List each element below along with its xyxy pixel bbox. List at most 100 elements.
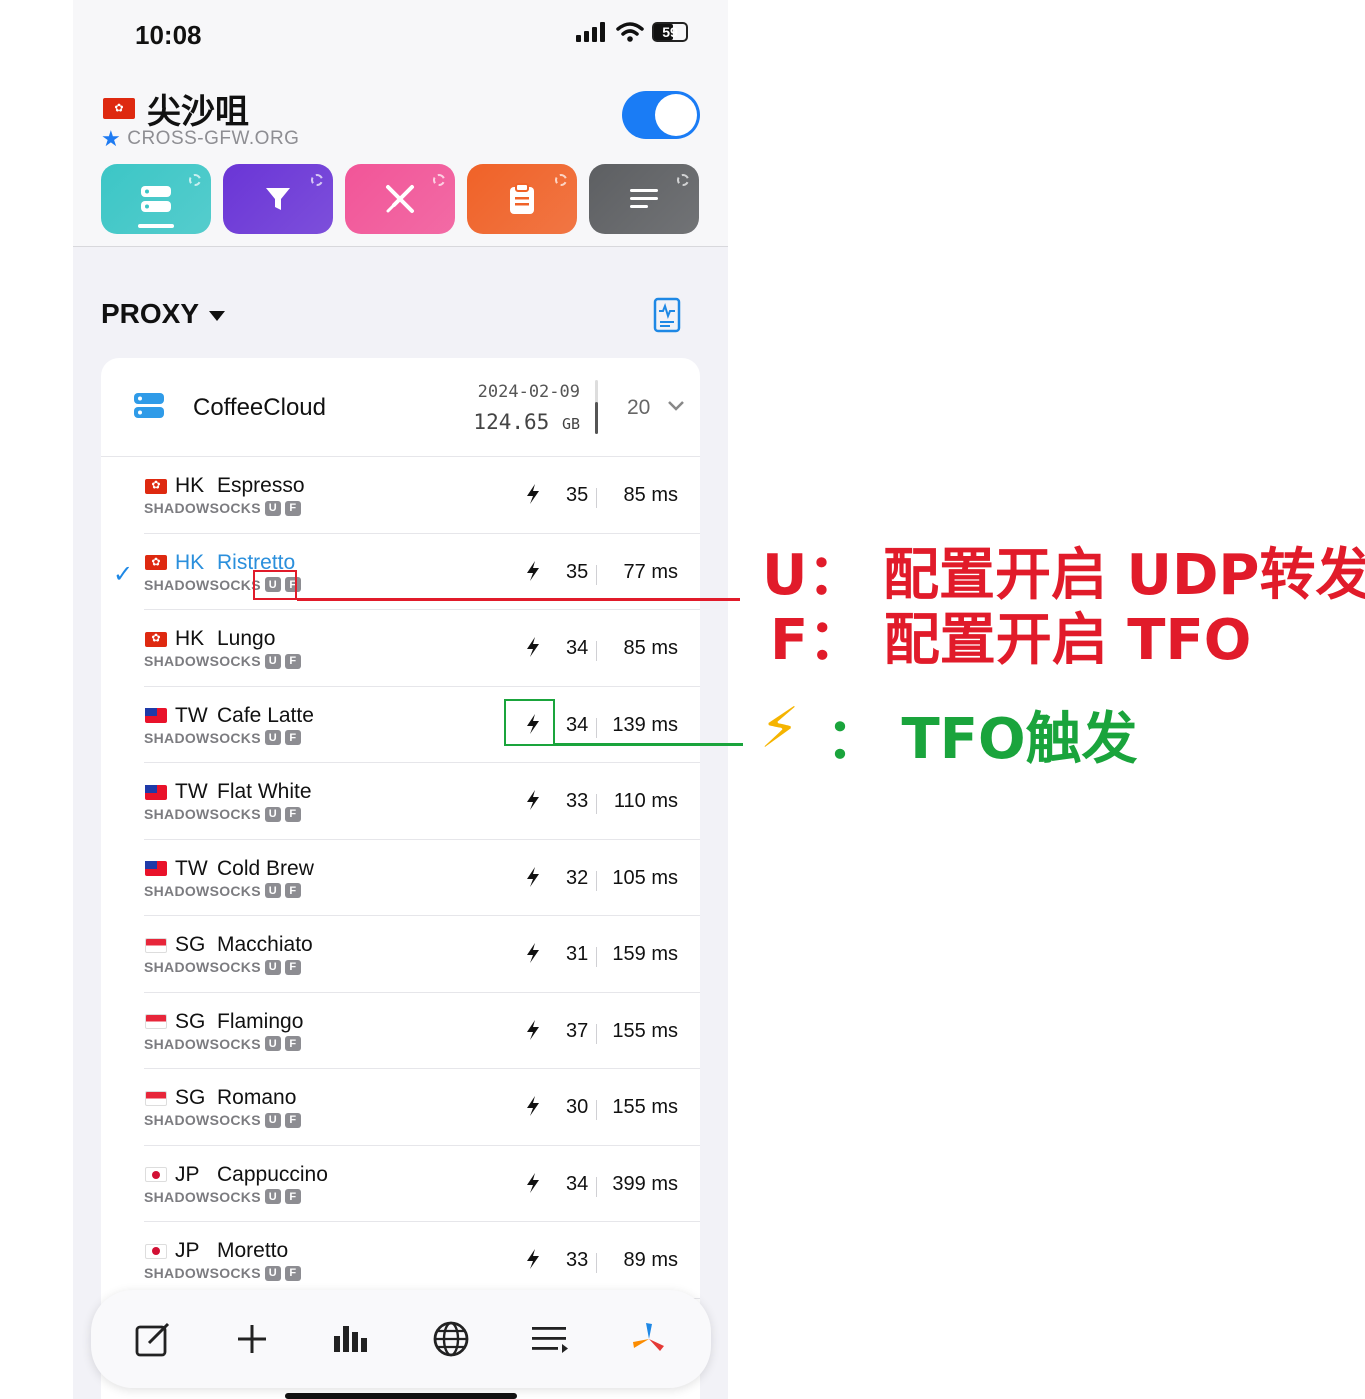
node-title: JP Cappuccino	[145, 1163, 328, 1187]
node-title: TW Cafe Latte	[145, 704, 314, 728]
bolt-highlight-box	[504, 699, 555, 746]
tw-flag-icon	[145, 708, 167, 723]
bolt-icon	[527, 866, 539, 887]
node-title: TW Cold Brew	[145, 857, 314, 881]
tfo-badge: F	[284, 806, 301, 822]
node-protocol: SHADOWSOCKS	[144, 1112, 261, 1128]
bolt-icon	[527, 1172, 539, 1193]
pinwheel-icon	[633, 1323, 665, 1351]
node-region: HK	[175, 550, 205, 574]
node-count: 20	[627, 396, 651, 419]
tfo-badge: F	[284, 1189, 301, 1204]
node-name: Moretto	[217, 1239, 289, 1262]
bottom-dock	[91, 1290, 711, 1388]
node-region: TW	[175, 856, 208, 880]
node-title: SG Flamingo	[145, 1010, 303, 1034]
node-name: Macchiato	[217, 933, 313, 956]
edit-button[interactable]	[123, 1309, 183, 1369]
tile-filter[interactable]	[223, 164, 333, 234]
node-hops: 33	[566, 790, 589, 812]
filter-icon	[266, 188, 290, 210]
proxy-section-header[interactable]: PROXY	[101, 298, 226, 330]
bolt-annotation: ： TFO触发	[826, 707, 1138, 772]
traffic-unit: GB	[561, 415, 580, 433]
bolt-icon	[527, 943, 539, 963]
tile-tools[interactable]	[345, 164, 455, 234]
app-logo-button[interactable]	[619, 1309, 679, 1369]
tile-menu[interactable]	[589, 164, 699, 234]
section-title: PROXY	[101, 298, 200, 329]
clipboard-icon	[510, 183, 534, 214]
tile-server[interactable]	[101, 164, 211, 234]
node-title: SG Macchiato	[145, 933, 313, 957]
node-latency: 139 ms	[612, 713, 678, 736]
add-button[interactable]	[222, 1309, 282, 1369]
top-section: 10:08 59 尖沙咀 ★ CROSS-GFW.ORG	[73, 0, 728, 247]
node-latency: 155 ms	[612, 1096, 678, 1118]
tile-clipboard[interactable]	[467, 164, 577, 234]
node-region: JP	[175, 1239, 200, 1262]
profile-subtitle[interactable]: ★ CROSS-GFW.ORG	[101, 126, 299, 152]
node-name: Cold Brew	[217, 856, 314, 880]
stats-button[interactable]	[321, 1309, 381, 1369]
node-latency: 89 ms	[623, 1249, 678, 1271]
proxy-row[interactable]: JP Moretto SHADOWSOCKS U F 33 89 ms	[101, 1222, 700, 1299]
tfo-badge: F	[284, 959, 301, 975]
node-latency: 155 ms	[612, 1019, 678, 1042]
bolt-icon	[527, 637, 539, 657]
group-header[interactable]: CoffeeCloud 2024-02-09 124.65 GB 20	[101, 358, 700, 457]
tile-indicator	[555, 174, 567, 186]
status-time: 10:08	[135, 20, 202, 50]
jp-flag-icon	[145, 1243, 167, 1259]
node-hops: 34	[566, 713, 589, 736]
udp-badge: U	[264, 653, 281, 669]
node-title: HK Espresso	[145, 474, 305, 498]
tfo-badge: F	[284, 1265, 301, 1281]
status-icons: 59	[576, 22, 688, 42]
node-protocol: SHADOWSOCKS	[144, 729, 261, 746]
checkmark-icon: ✓	[113, 560, 134, 588]
group-name: CoffeeCloud	[193, 394, 326, 421]
playlist-button[interactable]	[520, 1309, 580, 1369]
tfo-badge: F	[284, 653, 301, 669]
speed-test-button[interactable]	[653, 297, 681, 338]
udp-badge: U	[264, 500, 281, 516]
node-protocol: SHADOWSOCKS	[144, 959, 261, 975]
sg-flag-icon	[145, 937, 167, 953]
node-title: TW Flat White	[145, 780, 312, 804]
globe-button[interactable]	[421, 1309, 481, 1369]
proxy-row[interactable]: SG Flamingo SHADOWSOCKS U F 37 155 ms	[101, 993, 700, 1069]
divider	[596, 1100, 597, 1120]
proxy-row[interactable]: JP Cappuccino SHADOWSOCKS U F 34 399 ms	[101, 1146, 700, 1222]
node-protocol-line: SHADOWSOCKS U F	[144, 1265, 301, 1281]
globe-icon	[433, 1321, 469, 1357]
tfo-badge: F	[284, 883, 301, 898]
node-region: HK	[175, 627, 205, 650]
divider	[596, 870, 597, 891]
proxy-row[interactable]: HK Lungo SHADOWSOCKSUF 34 85 ms	[101, 610, 700, 687]
star-icon: ★	[101, 126, 122, 151]
bolt-icon	[527, 1249, 539, 1269]
bolt-icon	[527, 560, 539, 581]
uf-highlight-box	[253, 570, 297, 600]
hk-flag-icon	[145, 555, 167, 570]
tfo-badge: F	[284, 1036, 301, 1051]
node-protocol-line: SHADOWSOCKS U F	[144, 806, 301, 822]
node-title: SG Romano	[145, 1086, 296, 1110]
proxy-row[interactable]: TW Flat White SHADOWSOCKS U F 33 110 ms	[101, 763, 700, 840]
vpn-toggle[interactable]	[622, 91, 700, 139]
proxy-row[interactable]: SG Romano SHADOWSOCKS U F 30 155 ms	[101, 1069, 700, 1146]
proxy-row[interactable]: TW Cafe Latte SHADOWSOCKS U F 34 139 ms	[101, 687, 700, 763]
playlist-icon	[531, 1327, 568, 1353]
node-name: Cappuccino	[217, 1162, 328, 1186]
traffic-value: 124.65	[473, 410, 550, 434]
udp-badge: U	[264, 806, 281, 822]
divider	[596, 1176, 597, 1197]
tile-indicator	[311, 174, 323, 186]
node-region: SG	[175, 1009, 206, 1033]
proxy-row[interactable]: HK Espresso SHADOWSOCKSUF 35 85 ms	[101, 457, 700, 534]
proxy-row[interactable]: SG Macchiato SHADOWSOCKS U F 31 159 ms	[101, 916, 700, 993]
tw-flag-icon	[145, 784, 167, 800]
bolt-annotation-icon: ⚡	[760, 696, 800, 761]
proxy-row[interactable]: TW Cold Brew SHADOWSOCKS U F 32 105 ms	[101, 840, 700, 916]
